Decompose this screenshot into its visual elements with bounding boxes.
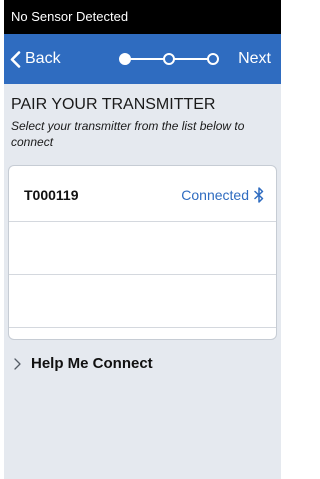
transmitter-row-empty[interactable] bbox=[9, 275, 276, 328]
page-title: PAIR YOUR TRANSMITTER bbox=[11, 96, 216, 113]
connection-status-label: Connected bbox=[181, 187, 249, 203]
status-bar: No Sensor Detected bbox=[4, 0, 281, 34]
help-me-connect-label: Help Me Connect bbox=[31, 355, 153, 372]
app-screen: No Sensor Detected Back Next PAIR YOUR T… bbox=[4, 0, 281, 479]
transmitter-row[interactable]: T000119 Connected bbox=[9, 169, 276, 222]
transmitter-row-empty[interactable] bbox=[9, 222, 276, 275]
transmitter-name: T000119 bbox=[24, 187, 79, 203]
step-dot-3 bbox=[207, 53, 219, 65]
next-button[interactable]: Next bbox=[238, 34, 271, 84]
transmitter-list: T000119 Connected bbox=[8, 165, 277, 340]
step-indicator bbox=[119, 53, 219, 65]
page-subtitle: Select your transmitter from the list be… bbox=[11, 119, 245, 149]
back-button[interactable]: Back bbox=[10, 34, 61, 84]
bluetooth-icon bbox=[254, 187, 264, 203]
step-dot-2 bbox=[163, 53, 175, 65]
step-dot-1 bbox=[119, 53, 131, 65]
chevron-left-icon bbox=[10, 50, 21, 68]
status-text: No Sensor Detected bbox=[11, 9, 129, 24]
connection-status: Connected bbox=[181, 187, 264, 203]
nav-bar: Back Next bbox=[4, 34, 281, 84]
help-me-connect-button[interactable]: Help Me Connect bbox=[14, 355, 153, 372]
chevron-right-icon bbox=[14, 357, 21, 370]
back-label: Back bbox=[25, 50, 61, 67]
